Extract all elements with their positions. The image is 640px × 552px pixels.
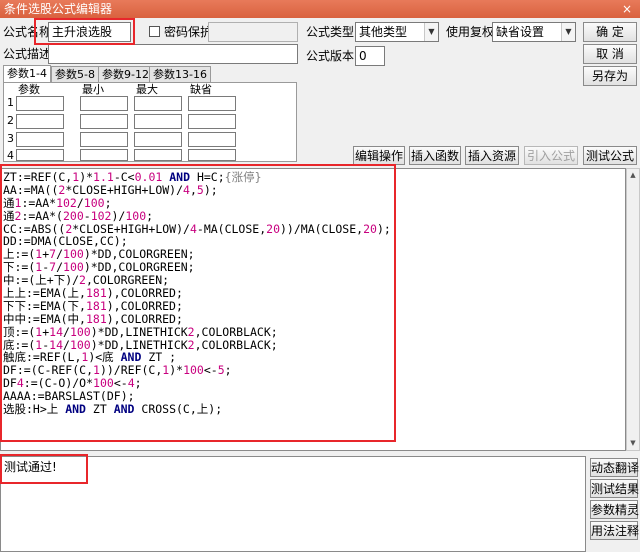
close-icon[interactable]: ×	[620, 0, 634, 18]
scroll-down-icon[interactable]: ▼	[627, 437, 639, 450]
param-col-header: 参数	[18, 83, 40, 96]
rights-value: 缺省设置	[496, 25, 545, 39]
formula-version-input[interactable]: 0	[355, 46, 385, 66]
scroll-up-icon[interactable]: ▲	[627, 169, 639, 182]
formula-type-label: 公式类型	[306, 25, 355, 39]
param-min-1[interactable]	[80, 96, 128, 111]
param-default-3[interactable]	[188, 132, 236, 147]
param-default-2[interactable]	[188, 114, 236, 129]
param-name-4[interactable]	[16, 149, 64, 161]
param-max-4[interactable]	[134, 149, 182, 161]
test-formula-button[interactable]: 测试公式	[583, 146, 637, 165]
insert-resource-button[interactable]: 插入资源	[465, 146, 519, 165]
formula-type-select[interactable]: 其他类型 ▼	[355, 22, 439, 42]
formula-desc-label: 公式描述	[3, 47, 52, 61]
param-max-1[interactable]	[134, 96, 182, 111]
chevron-down-icon: ▼	[424, 23, 438, 41]
ok-button[interactable]: 确 定	[583, 22, 637, 42]
dynamic-translate-button[interactable]: 动态翻译	[590, 458, 639, 477]
password-label: 密码保护	[164, 25, 213, 39]
edit-ops-button[interactable]: 编辑操作	[353, 146, 405, 165]
min-col-header: 最小	[82, 83, 104, 96]
password-checkbox[interactable]	[149, 26, 160, 37]
param-name-1[interactable]	[16, 96, 64, 111]
code-line: 中中:=EMA(中,181),COLORRED;	[3, 311, 183, 326]
param-row-number: 2	[7, 114, 14, 127]
formula-version-label: 公式版本	[306, 49, 355, 63]
tab-params-5-8[interactable]: 参数5-8	[51, 66, 99, 82]
cancel-button[interactable]: 取 消	[583, 44, 637, 64]
formula-type-value: 其他类型	[359, 25, 408, 39]
code-line: 顶:=(1+14/100)*DD,LINETHICK2,COLORBLACK;	[3, 324, 278, 339]
test-result-button[interactable]: 测试结果	[590, 479, 639, 498]
test-output-text: 测试通过!	[4, 460, 57, 474]
param-min-2[interactable]	[80, 114, 128, 129]
param-name-3[interactable]	[16, 132, 64, 147]
param-default-1[interactable]	[188, 96, 236, 111]
code-line: 通2:=AA*(200-102)/100;	[3, 208, 154, 223]
title-bar: 条件选股公式编辑器 ×	[0, 0, 640, 18]
max-col-header: 最大	[136, 83, 158, 96]
tab-params-9-12[interactable]: 参数9-12	[98, 66, 153, 82]
save-as-button[interactable]: 另存为	[583, 66, 637, 86]
code-content[interactable]: ZT:=REF(C,1)*1.1-C<0.01 AND H=C;{涨停} AA:=…	[1, 169, 625, 418]
formula-name-input[interactable]: 主升浪选股	[48, 22, 131, 42]
code-line: 选股:H>上 AND ZT AND CROSS(C,上);	[3, 402, 223, 417]
editor-scrollbar[interactable]: ▲ ▼	[626, 168, 640, 451]
param-max-3[interactable]	[134, 132, 182, 147]
param-row-number: 1	[7, 96, 14, 109]
param-row-number: 3	[7, 132, 14, 145]
formula-desc-input[interactable]	[48, 44, 298, 64]
param-name-2[interactable]	[16, 114, 64, 129]
formula-name-label: 公式名称	[3, 25, 52, 39]
param-wizard-button[interactable]: 参数精灵	[590, 500, 639, 519]
test-output-panel: 测试通过!	[0, 456, 586, 552]
chevron-down-icon: ▼	[561, 23, 575, 41]
param-row-number: 4	[7, 149, 14, 162]
rights-select[interactable]: 缺省设置 ▼	[492, 22, 576, 42]
rights-label: 使用复权	[446, 25, 495, 39]
import-formula-button[interactable]: 引入公式	[524, 146, 578, 165]
code-line: ZT:=REF(C,1)*1.1-C<0.01 AND H=C;{涨停}	[3, 170, 262, 184]
param-max-2[interactable]	[134, 114, 182, 129]
param-default-4[interactable]	[188, 149, 236, 161]
tab-params-13-16[interactable]: 参数13-16	[149, 66, 211, 82]
window-title: 条件选股公式编辑器	[4, 2, 113, 16]
insert-function-button[interactable]: 插入函数	[409, 146, 461, 165]
usage-notes-button[interactable]: 用法注释	[590, 521, 639, 540]
param-min-4[interactable]	[80, 149, 128, 161]
password-input[interactable]	[208, 22, 298, 42]
code-editor[interactable]: ZT:=REF(C,1)*1.1-C<0.01 AND H=C;{涨停} AA:=…	[0, 168, 626, 451]
param-min-3[interactable]	[80, 132, 128, 147]
default-col-header: 缺省	[190, 83, 212, 96]
tab-params-1-4[interactable]: 参数1-4	[3, 65, 51, 82]
